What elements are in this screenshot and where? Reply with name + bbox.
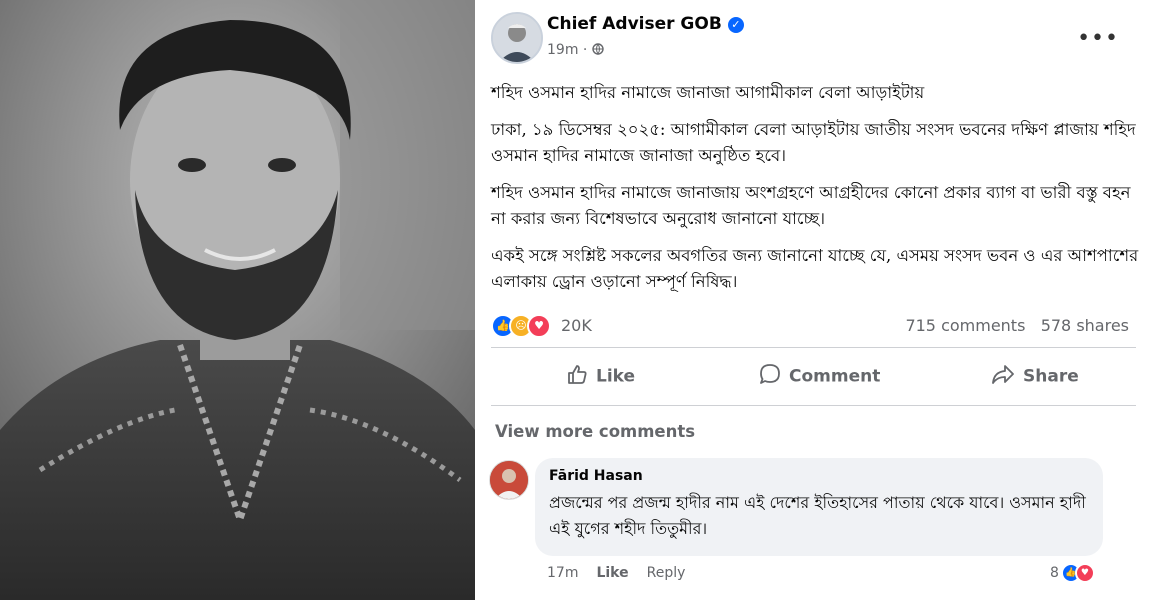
author-name[interactable]: Chief Adviser GOB ✓ — [547, 14, 744, 34]
post-body: শহিদ ওসমান হাদির নামাজে জানাজা আগামীকাল … — [491, 80, 1141, 306]
verified-icon: ✓ — [727, 17, 744, 33]
post-paragraph-1: ঢাকা, ১৯ ডিসেম্বর ২০২৫: আগামীকাল বেলা আড… — [491, 120, 1136, 165]
comments-shares-counts: 715 comments 578 shares — [905, 316, 1129, 335]
author-name-text[interactable]: Chief Adviser GOB — [547, 14, 722, 34]
author-avatar[interactable] — [491, 12, 543, 64]
view-more-comments-link[interactable]: View more comments — [495, 422, 695, 441]
portrait-photo — [0, 0, 475, 600]
comment-label: Comment — [789, 366, 881, 387]
comment-reactions-count: 8 — [1050, 565, 1059, 581]
comment-reply-button[interactable]: Reply — [647, 565, 686, 581]
globe-icon — [592, 42, 604, 58]
comment-like-button[interactable]: Like — [596, 565, 628, 581]
share-icon — [991, 363, 1015, 390]
commenter-avatar-image — [490, 461, 528, 499]
post-title-line: শহিদ ওসমান হাদির নামাজে জানাজা আগামীকাল … — [491, 83, 925, 102]
share-label: Share — [1023, 366, 1079, 387]
comments-count[interactable]: 715 comments — [905, 316, 1025, 335]
post-paragraph-3: একই সঙ্গে সংশ্লিষ্ট সকলের অবগতির জন্য জা… — [491, 246, 1139, 291]
love-reaction-icon: ♥ — [527, 314, 551, 338]
like-button[interactable]: Like — [566, 363, 635, 390]
comment-text: প্রজন্মের পর প্রজন্ম হাদীর নাম এই দেশের … — [549, 493, 1086, 538]
post-stats: 👍 ☹ ♥ 20K 715 comments 578 shares — [491, 312, 1141, 340]
comment-meta: 17m Like Reply — [547, 565, 703, 581]
like-label: Like — [596, 366, 636, 387]
divider-top — [491, 347, 1136, 348]
comment-time[interactable]: 17m — [547, 565, 578, 581]
post-paragraph-2: শহিদ ওসমান হাদির নামাজে জানাজায় অংশগ্রহ… — [491, 183, 1131, 228]
like-icon — [566, 363, 588, 390]
facebook-post: Chief Adviser GOB ✓ 19m · ••• শহিদ ওসমান … — [475, 0, 1150, 600]
comment-reactions[interactable]: 8 👍 ♥ — [1050, 563, 1095, 583]
comment-button[interactable]: Comment — [759, 363, 880, 390]
comment-icon — [759, 363, 781, 390]
post-header: Chief Adviser GOB ✓ 19m · ••• — [491, 12, 1131, 68]
share-button[interactable]: Share — [991, 363, 1079, 390]
more-icon[interactable]: ••• — [1077, 28, 1119, 50]
shares-count[interactable]: 578 shares — [1041, 316, 1129, 335]
post-meta: 19m · — [547, 42, 604, 58]
post-time[interactable]: 19m — [547, 42, 578, 58]
reactions-count[interactable]: 20K — [561, 316, 592, 335]
comment-love-reaction-icon: ♥ — [1074, 563, 1095, 583]
author-avatar-image — [493, 14, 541, 62]
commenter-avatar[interactable] — [489, 460, 529, 500]
portrait-image — [0, 0, 475, 600]
reaction-icons[interactable]: 👍 ☹ ♥ — [491, 314, 551, 338]
commenter-name[interactable]: Fārid Hasan — [549, 468, 643, 484]
divider-bottom — [491, 405, 1136, 406]
comment-bubble: Fārid Hasan প্রজন্মের পর প্রজন্ম হাদীর ন… — [535, 458, 1103, 556]
post-actions: Like Comment Share — [491, 355, 1136, 399]
